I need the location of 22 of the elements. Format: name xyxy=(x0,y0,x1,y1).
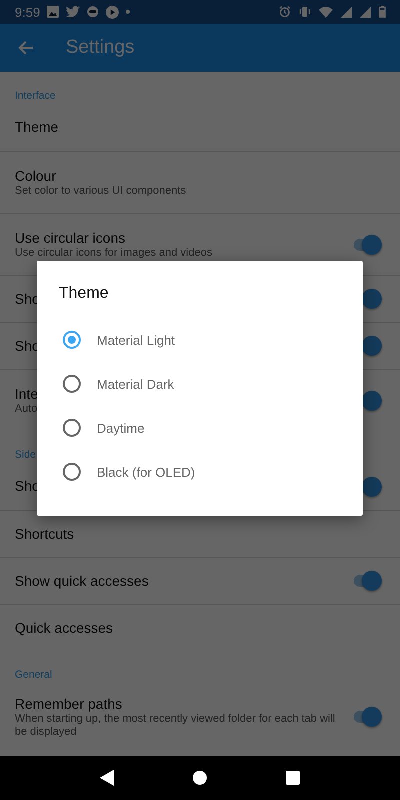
option-label: Black (for OLED) xyxy=(97,464,196,480)
item-description: When starting up, the most recently viewed folder for each tab will be displayed xyxy=(15,712,336,738)
item-title: Shortcuts xyxy=(15,526,74,542)
option-label: Daytime xyxy=(97,420,145,436)
section-header: Side xyxy=(14,448,38,463)
item-description: Set color to various UI components xyxy=(15,184,186,198)
item-description: Use circular icons for images and videos xyxy=(15,246,212,260)
item-title: Use circular icons xyxy=(15,230,126,246)
item-description: Auto xyxy=(15,402,38,416)
screen-title: Settings xyxy=(66,37,135,59)
section-header: Interface xyxy=(14,89,57,104)
option-label: Material Light xyxy=(97,332,176,348)
clock-time: 9:59 xyxy=(15,4,40,20)
option-label: Material Dark xyxy=(97,376,174,392)
item-title: Theme xyxy=(15,119,59,136)
dialog-title: Theme xyxy=(59,284,109,304)
section-header: General xyxy=(14,668,54,683)
item-title: Remember paths xyxy=(15,696,122,712)
item-title: Inte xyxy=(15,386,38,402)
item-title: Colour xyxy=(15,168,56,184)
item-title: Quick accesses xyxy=(15,620,114,636)
item-title: Show quick accesses xyxy=(15,572,149,590)
